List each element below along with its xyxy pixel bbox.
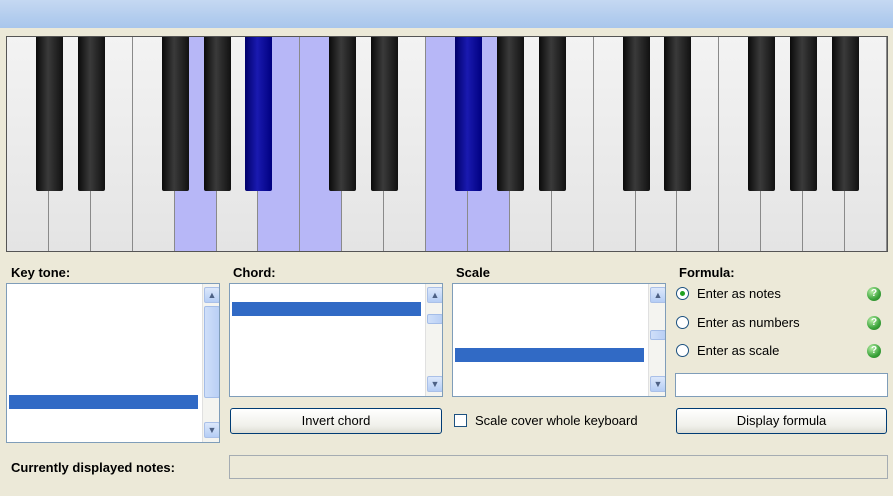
- black-key[interactable]: [790, 37, 818, 191]
- scroll-up-icon[interactable]: ▲: [427, 287, 442, 303]
- currently-displayed-notes-field: [229, 455, 888, 479]
- black-key[interactable]: [203, 37, 231, 191]
- scroll-down-icon[interactable]: ▼: [204, 422, 219, 438]
- key-tone-label: Key tone:: [11, 265, 71, 280]
- scroll-thumb[interactable]: [650, 330, 665, 340]
- chord-selected-item[interactable]: [232, 302, 421, 316]
- piano-keyboard[interactable]: [6, 36, 888, 252]
- black-key[interactable]: [832, 37, 860, 191]
- black-key[interactable]: [35, 37, 63, 191]
- radio-enter-as-numbers[interactable]: [676, 316, 689, 329]
- window-title-bar: [0, 0, 893, 28]
- key-tone-scrollbar[interactable]: ▲ ▼: [202, 284, 219, 442]
- scroll-up-icon[interactable]: ▲: [204, 287, 219, 303]
- chord-scrollbar[interactable]: ▲ ▼: [425, 284, 442, 396]
- option-enter-as-notes-label[interactable]: Enter as notes: [697, 286, 781, 301]
- black-key[interactable]: [454, 37, 482, 191]
- scroll-thumb[interactable]: [204, 306, 219, 398]
- scale-scrollbar[interactable]: ▲ ▼: [648, 284, 665, 396]
- radio-enter-as-scale[interactable]: [676, 344, 689, 357]
- black-key[interactable]: [748, 37, 776, 191]
- scale-label: Scale: [456, 265, 490, 280]
- scale-selected-item[interactable]: [455, 348, 644, 362]
- option-enter-as-scale-label[interactable]: Enter as scale: [697, 343, 779, 358]
- option-enter-as-numbers-label[interactable]: Enter as numbers: [697, 315, 800, 330]
- scroll-down-icon[interactable]: ▼: [650, 376, 665, 392]
- display-formula-button[interactable]: Display formula: [676, 408, 887, 434]
- black-key[interactable]: [161, 37, 189, 191]
- radio-enter-as-notes[interactable]: [676, 287, 689, 300]
- scale-cover-label[interactable]: Scale cover whole keyboard: [475, 413, 638, 428]
- black-key[interactable]: [496, 37, 524, 191]
- scroll-up-icon[interactable]: ▲: [650, 287, 665, 303]
- formula-input[interactable]: [675, 373, 888, 397]
- scale-list[interactable]: ▲ ▼: [452, 283, 666, 397]
- invert-chord-button[interactable]: Invert chord: [230, 408, 442, 434]
- black-key[interactable]: [245, 37, 273, 191]
- black-key[interactable]: [538, 37, 566, 191]
- formula-label: Formula:: [679, 265, 735, 280]
- black-key[interactable]: [329, 37, 357, 191]
- black-key[interactable]: [77, 37, 105, 191]
- black-key[interactable]: [664, 37, 692, 191]
- currently-displayed-notes-label: Currently displayed notes:: [11, 460, 175, 475]
- chord-list[interactable]: ▲ ▼: [229, 283, 443, 397]
- key-tone-list[interactable]: ▲ ▼: [6, 283, 220, 443]
- chord-label: Chord:: [233, 265, 276, 280]
- black-key[interactable]: [371, 37, 399, 191]
- scale-cover-checkbox[interactable]: [454, 414, 467, 427]
- help-icon[interactable]: ?: [867, 316, 881, 330]
- help-icon[interactable]: ?: [867, 344, 881, 358]
- help-icon[interactable]: ?: [867, 287, 881, 301]
- scroll-thumb[interactable]: [427, 314, 442, 324]
- key-tone-selected-item[interactable]: [9, 395, 198, 409]
- scroll-down-icon[interactable]: ▼: [427, 376, 442, 392]
- black-key[interactable]: [622, 37, 650, 191]
